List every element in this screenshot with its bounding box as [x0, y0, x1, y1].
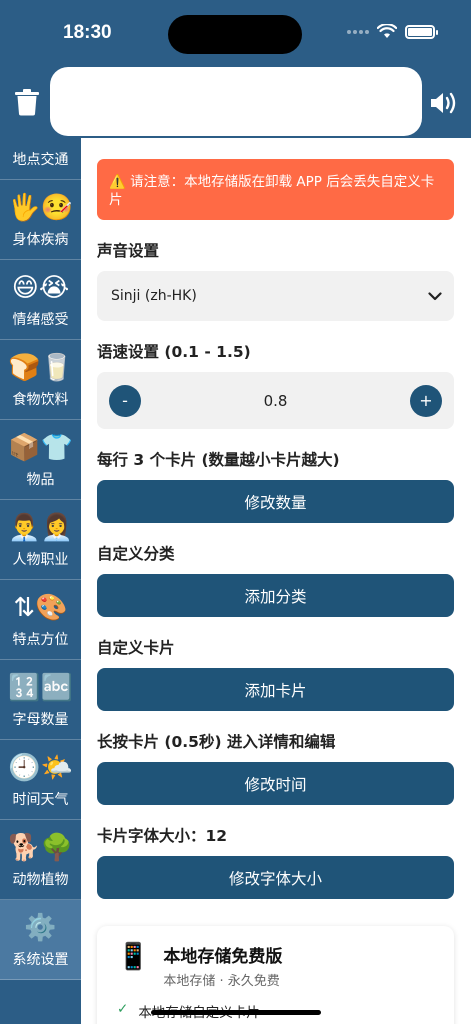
sidebar-item-label: 系统设置 — [12, 952, 69, 968]
phone-icon: 📱 — [117, 942, 150, 972]
sidebar-item-label: 情绪感受 — [12, 312, 69, 328]
voice-settings-label: 声音设置 — [97, 242, 160, 260]
sidebar-item-label: 字母数量 — [12, 712, 69, 728]
sidebar-item-label: 身体疾病 — [12, 232, 69, 248]
check-icon: ✓ — [117, 1001, 129, 1017]
sidebar-item-traits-direction[interactable]: ⇅🎨 特点方位 — [0, 580, 81, 660]
sidebar-item-letters-numbers[interactable]: 🔢🔤 字母数量 — [0, 660, 81, 740]
speech-rate-stepper: - 0.8 + — [97, 372, 454, 429]
voice-select-value: Sinji (zh-HK) — [111, 288, 197, 304]
settings-panel: ⚠️ 请注意：本地存储版在卸载 APP 后会丢失自定义卡片 声音设置 Sinji… — [81, 138, 471, 1024]
wifi-icon — [377, 24, 397, 38]
speech-rate-label: 语速设置 (0.1 - 1.5) — [97, 343, 251, 361]
app-root: 18:30 地点交通 🖐️🤒 身体疾病 😄😭 情绪感受 🍞🥛 食物饮料 📦👕 物… — [0, 0, 471, 1024]
custom-category-label: 自定义分类 — [97, 545, 175, 563]
long-press-label: 长按卡片 (0.5秒) 进入详情和编辑 — [97, 733, 336, 751]
category-icon: 🐕🌳 — [8, 833, 73, 863]
sidebar-item-settings[interactable]: ⚙️ 系统设置 — [0, 900, 81, 980]
category-icon: 😄😭 — [11, 273, 70, 303]
chevron-down-icon — [428, 291, 442, 300]
sidebar-item-label: 人物职业 — [12, 552, 69, 568]
sidebar-item-animals-plants[interactable]: 🐕🌳 动物植物 — [0, 820, 81, 900]
category-icon: 🔢🔤 — [8, 673, 73, 703]
sidebar-item-people-jobs[interactable]: 👨‍💼👩‍💼 人物职业 — [0, 500, 81, 580]
sidebar-item-label: 地点交通 — [12, 152, 69, 168]
battery-icon — [405, 24, 438, 39]
gear-icon: ⚙️ — [24, 913, 57, 943]
font-size-label: 卡片字体大小：12 — [97, 827, 228, 845]
sidebar-item-emotions[interactable]: 😄😭 情绪感受 — [0, 260, 81, 340]
change-count-button[interactable]: 修改数量 — [97, 480, 454, 523]
plan-subtitle: 本地存储 · 永久免费 — [163, 974, 280, 989]
storage-warning-banner: ⚠️ 请注意：本地存储版在卸载 APP 后会丢失自定义卡片 — [97, 159, 454, 220]
speech-rate-value: 0.8 — [263, 391, 288, 410]
voice-select[interactable]: Sinji (zh-HK) — [97, 271, 454, 321]
category-icon: 🖐️🤒 — [8, 193, 73, 223]
trash-icon[interactable] — [14, 88, 40, 116]
decrease-rate-button[interactable]: - — [109, 384, 141, 417]
add-card-button[interactable]: 添加卡片 — [97, 668, 454, 711]
status-icons — [347, 24, 438, 39]
add-category-button[interactable]: 添加分类 — [97, 574, 454, 617]
sidebar-item-food-drink[interactable]: 🍞🥛 食物饮料 — [0, 340, 81, 420]
settings-content: ⚠️ 请注意：本地存储版在卸载 APP 后会丢失自定义卡片 声音设置 Sinji… — [97, 138, 454, 899]
sidebar-item-label: 物品 — [26, 472, 55, 488]
custom-card-label: 自定义卡片 — [97, 639, 175, 657]
category-icon: 📦👕 — [8, 433, 73, 463]
sidebar-item-label: 动物植物 — [12, 872, 69, 888]
category-icon: 🍞🥛 — [8, 353, 73, 383]
cellular-signal-icon — [347, 29, 369, 34]
sidebar-item-label: 时间天气 — [12, 792, 69, 808]
category-icon: 🕘🌤️ — [8, 753, 73, 783]
speaker-icon[interactable] — [430, 90, 458, 116]
sidebar-item-label: 食物饮料 — [12, 392, 69, 408]
status-time: 18:30 — [63, 22, 112, 43]
speech-sentence-box[interactable] — [50, 67, 422, 136]
cards-per-row-label: 每行 3 个卡片 (数量越小卡片越大) — [97, 451, 340, 469]
category-sidebar: 地点交通 🖐️🤒 身体疾病 😄😭 情绪感受 🍞🥛 食物饮料 📦👕 物品 👨‍💼👩… — [0, 138, 81, 1024]
dynamic-island — [168, 15, 302, 54]
category-icon: ⇅🎨 — [13, 593, 68, 623]
sidebar-item-time-weather[interactable]: 🕘🌤️ 时间天气 — [0, 740, 81, 820]
sidebar-item-label: 特点方位 — [12, 632, 69, 648]
sidebar-item-places-transport[interactable]: 地点交通 — [0, 138, 81, 180]
top-bar: 18:30 — [0, 0, 471, 138]
plan-title: 本地存储免费版 — [163, 947, 283, 967]
category-icon: 👨‍💼👩‍💼 — [8, 513, 73, 543]
sidebar-item-body-illness[interactable]: 🖐️🤒 身体疾病 — [0, 180, 81, 260]
change-time-button[interactable]: 修改时间 — [97, 762, 454, 805]
home-indicator — [151, 1010, 321, 1015]
increase-rate-button[interactable]: + — [409, 384, 442, 417]
sidebar-item-objects[interactable]: 📦👕 物品 — [0, 420, 81, 500]
change-font-size-button[interactable]: 修改字体大小 — [97, 856, 454, 899]
